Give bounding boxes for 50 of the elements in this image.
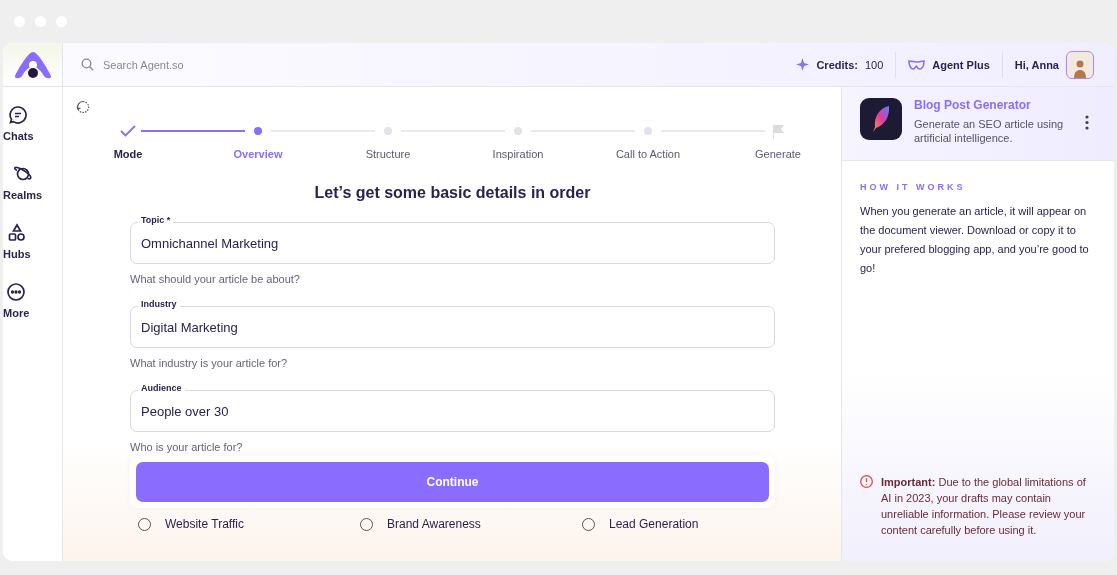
step-dot: [254, 127, 262, 135]
kebab-menu-icon[interactable]: [1085, 115, 1089, 130]
app-description: Generate an SEO article using artificial intelligence.: [914, 117, 1064, 145]
sparkle-icon: [796, 58, 810, 71]
logo-icon[interactable]: [13, 50, 52, 79]
mask-icon: [908, 59, 926, 70]
credits-label: Credits:: [816, 58, 858, 71]
greeting: Hi, Anna: [1014, 58, 1059, 71]
plan-label[interactable]: Agent Plus: [932, 58, 990, 71]
step-label[interactable]: Overview: [233, 148, 283, 160]
step-label[interactable]: Mode: [113, 148, 143, 160]
more-icon: [6, 282, 27, 302]
sidebar-item[interactable]: More: [3, 278, 30, 323]
radio-option[interactable]: Lead Generation: [582, 517, 804, 531]
field-label: Topic *: [138, 215, 174, 225]
step-label[interactable]: Generate: [755, 148, 801, 160]
step-dot: [384, 127, 392, 135]
history-icon[interactable]: [76, 100, 90, 114]
sidebar-item[interactable]: Realms: [3, 160, 43, 205]
instructions-text: When you generate an article, it will appear on the document viewer. Download or copy it to your prefered blogging app, and you’re good to go!: [860, 204, 1090, 276]
step-label[interactable]: Call to Action: [615, 148, 681, 160]
radio-option[interactable]: Brand Awareness: [360, 517, 582, 531]
helper-text: What industry is your article for?: [130, 357, 289, 369]
step-label[interactable]: Inspiration: [492, 148, 544, 160]
credits-value: 100: [864, 58, 884, 71]
field-label: Audience: [138, 383, 185, 393]
radio-option[interactable]: Website Traffic: [138, 517, 360, 531]
text-field[interactable]: People over 30: [130, 390, 775, 432]
search-field[interactable]: Search Agent.so: [101, 57, 305, 72]
sidebar-item[interactable]: Hubs: [3, 219, 31, 264]
avatar[interactable]: [1066, 50, 1094, 79]
helper-text: What should your article be about?: [130, 273, 301, 285]
form-heading: Let’s get some basic details in order: [313, 184, 592, 202]
step-dot: [514, 127, 522, 135]
step-label[interactable]: Structure: [365, 148, 411, 160]
field-label: Industry: [138, 299, 180, 309]
app-title: Blog Post Generator: [914, 98, 1032, 112]
shapes-icon: [6, 223, 27, 243]
check-icon: [120, 125, 136, 137]
sidebar-item[interactable]: Chats: [3, 101, 34, 146]
important-notice: Important: Due to the global limitations of AI in 2023, your drafts may contain unreliable information. Please review your content carefully before using it.: [881, 475, 1087, 538]
warning-icon: [860, 475, 873, 488]
step-dot: [644, 127, 652, 135]
section-title: HOW IT WORKS: [860, 182, 967, 192]
flag-icon: [771, 123, 785, 139]
continue-button[interactable]: Continue: [136, 462, 769, 502]
chat-icon: [8, 105, 29, 125]
search-icon: [81, 58, 94, 71]
feather-icon: [871, 105, 891, 133]
helper-text: Who is your article for?: [130, 441, 244, 453]
